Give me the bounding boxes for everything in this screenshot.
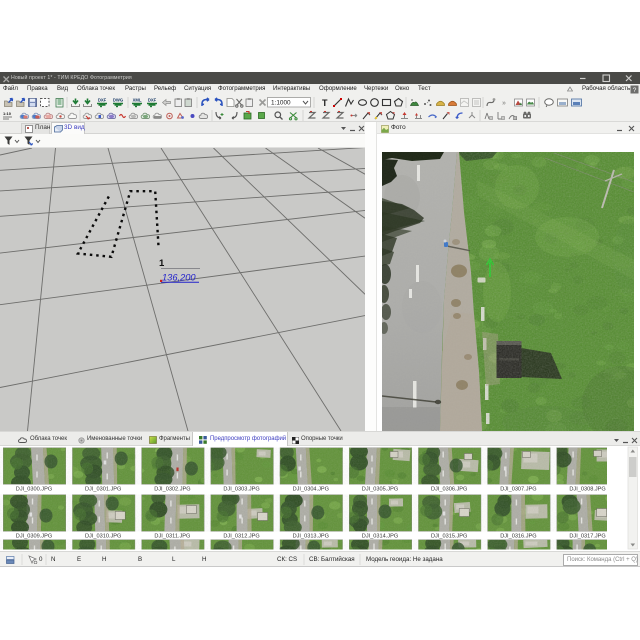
svg-text:»: »	[502, 100, 506, 107]
svg-text:DJI_0302.JPG: DJI_0302.JPG	[154, 487, 190, 493]
svg-text:DJI_0300.JPG: DJI_0300.JPG	[16, 487, 52, 493]
svg-text:DWG: DWG	[113, 98, 123, 103]
svg-text:DJI_0308.JPG: DJI_0308.JPG	[569, 487, 605, 493]
svg-text:DJI_0307.JPG: DJI_0307.JPG	[500, 487, 536, 493]
svg-text:DJI_0316.JPG: DJI_0316.JPG	[500, 534, 536, 540]
svg-text:DJI_0312.JPG: DJI_0312.JPG	[223, 534, 259, 540]
svg-text:XML: XML	[133, 98, 142, 103]
svg-text:DJI_0313.JPG: DJI_0313.JPG	[293, 534, 329, 540]
svg-text:DJI_0309.JPG: DJI_0309.JPG	[16, 534, 52, 540]
svg-text:DJI_0317.JPG: DJI_0317.JPG	[569, 534, 605, 540]
svg-text:1: 1	[159, 258, 165, 269]
svg-text:1:10: 1:10	[3, 111, 12, 116]
svg-text:DJI_0314.JPG: DJI_0314.JPG	[362, 534, 398, 540]
svg-text:DJI_0305.JPG: DJI_0305.JPG	[362, 487, 398, 493]
svg-text:DXF: DXF	[98, 98, 107, 103]
svg-text:1:1000: 1:1000	[271, 99, 291, 106]
svg-text:DJI_0315.JPG: DJI_0315.JPG	[431, 534, 467, 540]
svg-text:DJI_0310.JPG: DJI_0310.JPG	[85, 534, 121, 540]
svg-text:T: T	[322, 98, 328, 108]
svg-text:DJI_0304.JPG: DJI_0304.JPG	[293, 487, 329, 493]
svg-text:136,200: 136,200	[162, 273, 196, 283]
svg-text:DJI_0306.JPG: DJI_0306.JPG	[431, 487, 467, 493]
svg-text:DJI_0311.JPG: DJI_0311.JPG	[154, 534, 190, 540]
svg-text:DJI_0301.JPG: DJI_0301.JPG	[85, 487, 121, 493]
svg-text:DJI_0303.JPG: DJI_0303.JPG	[223, 487, 259, 493]
svg-text:DXF: DXF	[148, 98, 157, 103]
